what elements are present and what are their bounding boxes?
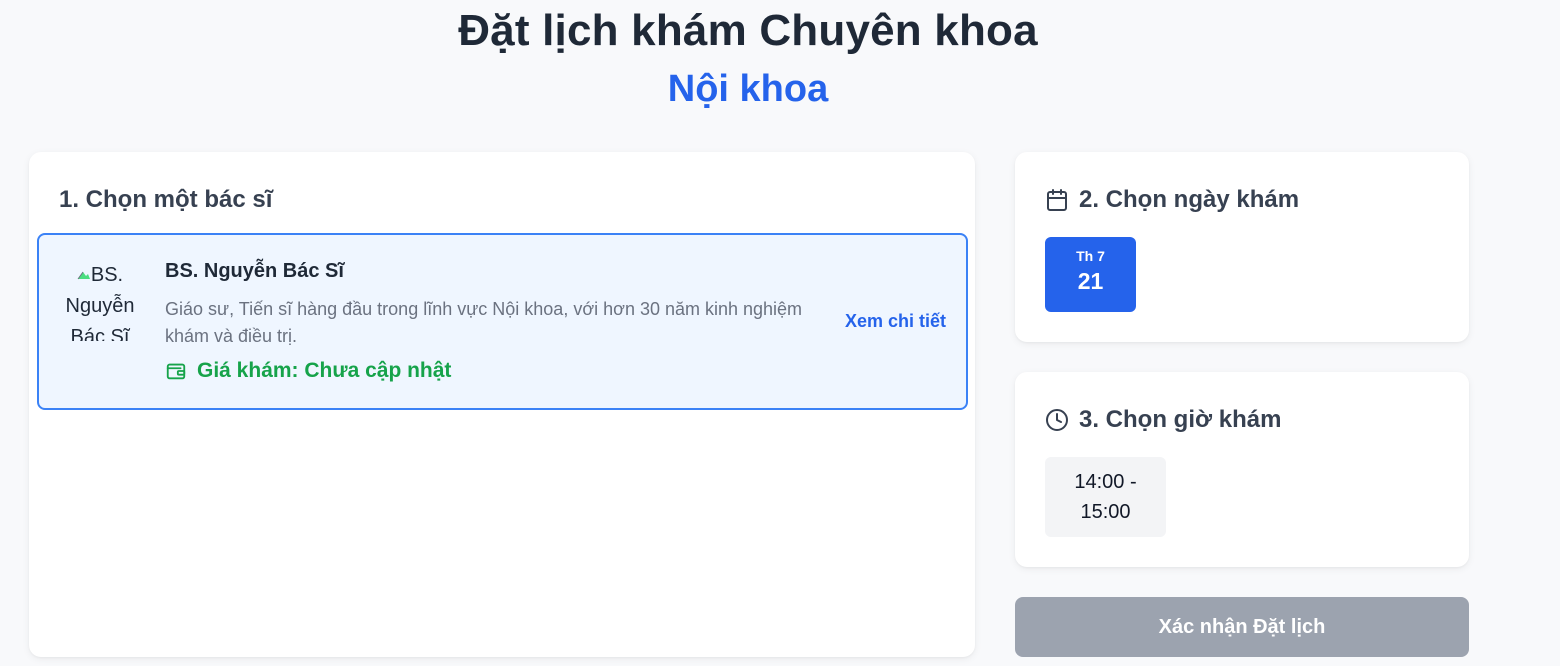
- doctor-name: BS. Nguyễn Bác Sĩ: [165, 260, 344, 282]
- specialty-subtitle: Nội khoa: [667, 68, 829, 110]
- doctor-photo-alt-line2: Nguyễn: [65, 295, 135, 317]
- confirm-booking-button[interactable]: Xác nhận Đặt lịch: [1015, 597, 1469, 657]
- doctor-photo-alt-line1: BS.: [57, 259, 143, 291]
- page-title: Đặt lịch khám Chuyên khoa: [458, 6, 1038, 55]
- time-section-title: 3. Chọn giờ khám: [1045, 406, 1281, 434]
- date-section-title: 2. Chọn ngày khám: [1045, 186, 1299, 214]
- time-slot-option[interactable]: 14:00 - 15:00: [1045, 457, 1166, 537]
- wallet-icon: [165, 360, 187, 382]
- time-selection-panel: 3. Chọn giờ khám 14:00 - 15:00: [1015, 372, 1469, 567]
- time-slot-end: 15:00: [1080, 501, 1131, 523]
- date-selection-panel: 2. Chọn ngày khám Th 7 21: [1015, 152, 1469, 342]
- calendar-icon: [1045, 188, 1069, 212]
- doctor-photo: BS. Nguyễn Bác Sĩ: [57, 259, 143, 341]
- doctor-photo-alt-line3: Bác Sĩ: [70, 326, 130, 341]
- date-section-title-text: 2. Chọn ngày khám: [1079, 186, 1300, 213]
- doctor-price: Giá khám: Chưa cập nhật: [165, 359, 451, 383]
- date-weekday: Th 7: [1076, 248, 1105, 264]
- doctor-card[interactable]: BS. Nguyễn Bác Sĩ BS. Nguyễn Bác Sĩ Giáo…: [37, 233, 968, 410]
- doctor-section-title: 1. Chọn một bác sĩ: [59, 186, 272, 214]
- doctor-price-label: Giá khám: Chưa cập nhật: [197, 359, 452, 382]
- doctor-selection-panel: 1. Chọn một bác sĩ BS. Nguyễn Bác Sĩ BS.…: [29, 152, 975, 657]
- date-day: 21: [1077, 268, 1104, 294]
- doctor-section-title-text: 1. Chọn một bác sĩ: [59, 186, 273, 213]
- time-slot-start: 14:00 -: [1074, 471, 1137, 493]
- date-option-selected[interactable]: Th 7 21: [1045, 237, 1136, 312]
- view-detail-link[interactable]: Xem chi tiết: [845, 311, 946, 332]
- broken-image-icon: [77, 259, 91, 280]
- doctor-description: Giáo sư, Tiến sĩ hàng đầu trong lĩnh vực…: [165, 299, 803, 346]
- time-section-title-text: 3. Chọn giờ khám: [1079, 406, 1282, 433]
- clock-icon: [1045, 408, 1069, 432]
